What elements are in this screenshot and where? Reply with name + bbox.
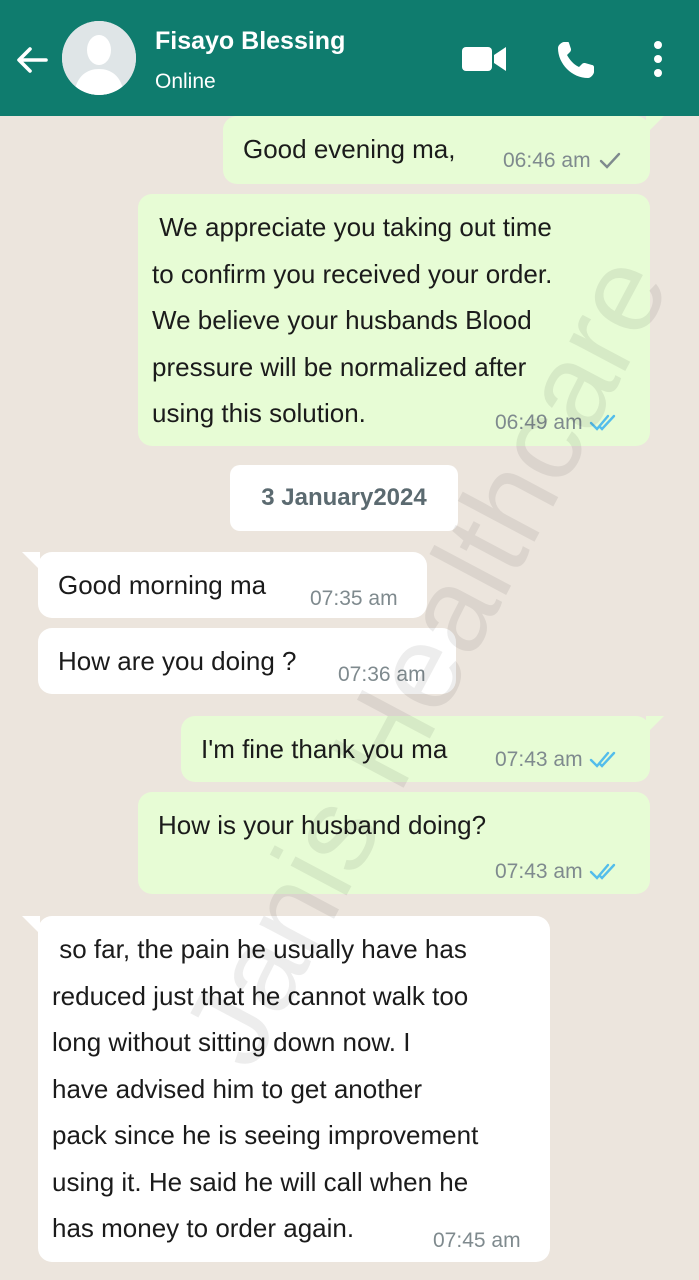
message-text: Good morning ma <box>58 570 267 600</box>
message-bubble-outgoing[interactable]: I'm fine thank you ma 07:43 am <box>181 716 650 782</box>
message-time: 07:43 am <box>495 860 583 883</box>
contact-name[interactable]: Fisayo Blessing <box>155 27 365 56</box>
message-bubble-incoming[interactable]: How are you doing ? 07:36 am <box>38 628 456 694</box>
message-meta: 07:43 am <box>495 748 617 772</box>
message-time: 07:35 am <box>310 587 398 610</box>
message-time: 06:49 am <box>495 411 583 434</box>
double-check-icon <box>589 751 615 768</box>
contact-status: Online <box>155 70 216 93</box>
arrow-left-icon[interactable] <box>12 40 52 80</box>
phone-icon[interactable] <box>554 38 600 80</box>
video-camera-icon[interactable] <box>460 38 508 80</box>
double-check-icon <box>589 414 615 431</box>
message-meta: 07:45 am <box>433 1229 521 1253</box>
date-divider: 3 January2024 <box>230 465 458 531</box>
message-time: 07:36 am <box>338 663 426 686</box>
chat-header: Fisayo Blessing Online <box>0 0 699 116</box>
single-check-icon <box>599 152 620 169</box>
more-vertical-icon[interactable] <box>640 38 676 80</box>
message-bubble-outgoing[interactable]: We appreciate you taking out time to con… <box>138 194 650 446</box>
default-avatar-icon <box>62 21 136 95</box>
message-text: so far, the pain he usually have has red… <box>52 934 479 1243</box>
message-time: 06:46 am <box>503 149 591 172</box>
message-text: We appreciate you taking out time to con… <box>152 212 553 428</box>
avatar[interactable] <box>62 21 136 95</box>
message-bubble-outgoing[interactable]: Good evening ma, 06:46 am <box>223 116 650 184</box>
message-meta: 06:46 am <box>503 149 625 173</box>
message-meta: 07:43 am <box>495 860 617 884</box>
message-meta: 06:49 am <box>495 411 617 435</box>
message-time: 07:45 am <box>433 1229 521 1252</box>
message-text: Good evening ma, <box>243 134 456 164</box>
message-text: How is your husband doing? <box>158 810 487 840</box>
chat-area[interactable]: Good evening ma, 06:46 am We appreciate … <box>0 116 699 1280</box>
message-meta: 07:36 am <box>338 663 426 687</box>
double-check-icon <box>589 863 615 880</box>
message-text: I'm fine thank you ma <box>201 734 448 764</box>
message-bubble-incoming[interactable]: Good morning ma 07:35 am <box>38 552 427 618</box>
message-meta: 07:35 am <box>310 587 398 611</box>
message-bubble-incoming[interactable]: so far, the pain he usually have has red… <box>38 916 550 1262</box>
message-time: 07:43 am <box>495 748 583 771</box>
message-bubble-outgoing[interactable]: How is your husband doing? 07:43 am <box>138 792 650 894</box>
message-text: How are you doing ? <box>58 646 297 676</box>
